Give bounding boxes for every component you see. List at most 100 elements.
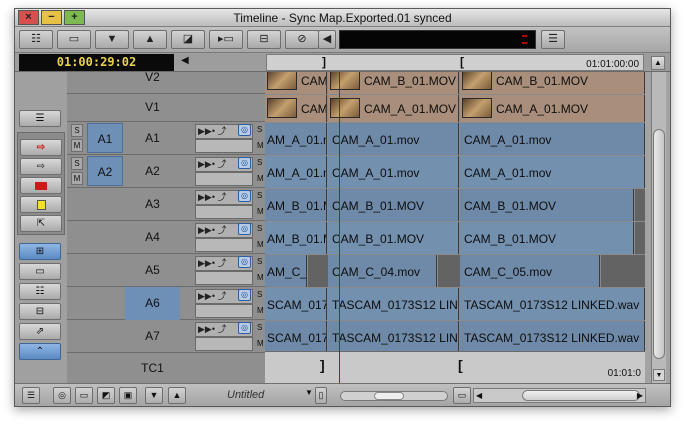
- menu-icon[interactable]: ☰: [541, 30, 565, 49]
- zoom-slider[interactable]: [340, 391, 448, 401]
- track-size-icon[interactable]: ☰: [22, 387, 40, 404]
- clip-v1-1[interactable]: CAM_A_01.MOV: [328, 95, 459, 122]
- scale-lock-icon[interactable]: ▯: [315, 387, 327, 404]
- clip-a3-1[interactable]: CAM_B_01.MOV: [328, 189, 459, 221]
- clip-a1-2[interactable]: CAM_A_01.mov: [460, 123, 645, 155]
- clip-a6-2[interactable]: TASCAM_0173S12 LINKED.wav: [460, 288, 645, 320]
- horizontal-scrollbar[interactable]: ◀ ▶: [473, 388, 646, 403]
- yellow-segment-icon[interactable]: [20, 196, 62, 213]
- clip-v1-2[interactable]: CAM_A_01.MOV: [460, 95, 645, 122]
- playhead-position-indicator[interactable]: [339, 72, 340, 383]
- volume-knob-icon[interactable]: ◎: [238, 289, 251, 301]
- clip-a7-0[interactable]: SCAM_017: [265, 321, 327, 353]
- focus-icon[interactable]: ◎: [53, 387, 71, 404]
- mute-button[interactable]: M: [71, 139, 83, 152]
- bin-name-label[interactable]: Untitled: [227, 389, 312, 401]
- audio-controls-a6[interactable]: ▶▶• ⤴ ◎: [195, 288, 253, 318]
- clip-a6-0[interactable]: SCAM_017: [265, 288, 327, 320]
- lift-button[interactable]: ▼: [95, 30, 129, 49]
- clip-a4-2[interactable]: CAM_B_01.MOV: [460, 222, 634, 254]
- layout-view-button[interactable]: ⊟: [19, 303, 61, 320]
- audio-controls-a1[interactable]: ▶▶• ⤴ ◎: [195, 123, 253, 153]
- zoom-slider-thumb[interactable]: [374, 392, 404, 400]
- record-track-v2[interactable]: V2: [125, 66, 180, 88]
- record-track-a7[interactable]: A7: [125, 320, 180, 353]
- mute-button[interactable]: M: [71, 172, 83, 185]
- volume-knob-icon[interactable]: ◎: [238, 223, 251, 235]
- audio-controls-a4[interactable]: ▶▶• ⤴ ◎: [195, 222, 253, 252]
- clip-v1-0[interactable]: CAM_A: [265, 95, 327, 122]
- scroll-right-icon[interactable]: ▶: [637, 389, 643, 402]
- vertical-scrollbar[interactable]: ▼: [651, 72, 666, 383]
- record-track-tc1[interactable]: TC1: [125, 353, 180, 383]
- collapse-view-button[interactable]: ⌃: [19, 343, 61, 360]
- clip-a2-0[interactable]: AM_A_01.mo: [265, 156, 327, 188]
- timecode-track[interactable]: ] [ 01:01:0: [265, 351, 645, 383]
- red-segment-icon[interactable]: [20, 177, 62, 194]
- clip-a1-1[interactable]: CAM_A_01.mov: [328, 123, 459, 155]
- monitor-view-button[interactable]: ▭: [19, 263, 61, 280]
- record-track-v1[interactable]: V1: [125, 91, 180, 124]
- clip-v2-0[interactable]: CAM_B: [265, 72, 327, 94]
- clip-a6-1[interactable]: TASCAM_0173S12 LINKED.wav: [328, 288, 459, 320]
- top-segment-button[interactable]: ⊟: [247, 30, 281, 49]
- audio-monitor-icon[interactable]: ◀: [318, 30, 336, 49]
- clip-a2-1[interactable]: CAM_A_01.mov: [328, 156, 459, 188]
- video-quality-icon[interactable]: ▭: [75, 387, 93, 404]
- timeline-view-button[interactable]: ⊞: [19, 243, 61, 260]
- clip-v2-2[interactable]: CAM_B_01.MOV: [460, 72, 645, 94]
- audio-controls-a7[interactable]: ▶▶• ⤴ ◎: [195, 321, 253, 351]
- link-view-button[interactable]: ⇗: [19, 323, 61, 340]
- clip-a3-0[interactable]: AM_B_01.MC: [265, 189, 327, 221]
- record-track-a4[interactable]: A4: [125, 221, 180, 254]
- audio-controls-a2[interactable]: ▶▶• ⤴ ◎: [195, 156, 253, 186]
- volume-knob-icon[interactable]: ◎: [238, 322, 251, 334]
- source-track-a2[interactable]: A2: [87, 156, 123, 186]
- volume-knob-icon[interactable]: ◎: [238, 190, 251, 202]
- clip-a7-1[interactable]: TASCAM_0173S12 LINKED.wav: [328, 321, 459, 353]
- fit-to-window-icon[interactable]: ▭: [453, 387, 471, 404]
- clip-a1-0[interactable]: AM_A_01.mo: [265, 123, 327, 155]
- clip-a4-0[interactable]: AM_B_01.MC: [265, 222, 327, 254]
- overwrite-arrow-icon[interactable]: ⇨: [20, 139, 62, 156]
- record-track-a3[interactable]: A3: [125, 188, 180, 221]
- record-track-a2[interactable]: A2: [125, 155, 180, 188]
- volume-knob-icon[interactable]: ◎: [238, 124, 251, 136]
- clip-v2-1[interactable]: CAM_B_01.MOV: [328, 72, 459, 94]
- audio-controls-a5[interactable]: ▶▶• ⤴ ◎: [195, 255, 253, 285]
- lasso-tool-icon[interactable]: ⇱: [20, 215, 62, 232]
- extract-button[interactable]: ▲: [133, 30, 167, 49]
- splice-arrow-icon[interactable]: ⇨: [20, 158, 62, 175]
- track-settings-icon[interactable]: ☷: [19, 30, 53, 49]
- zoom-in-icon[interactable]: ▲: [168, 387, 186, 404]
- solo-button[interactable]: S: [71, 157, 83, 170]
- clip-a5-1[interactable]: CAM_C_04.mov: [328, 255, 437, 287]
- audio-controls-a3[interactable]: ▶▶• ⤴ ◎: [195, 189, 253, 219]
- clip-a2-2[interactable]: CAM_A_01.mov: [460, 156, 645, 188]
- timeline-ruler[interactable]: ] [ 01:01:00:00: [266, 54, 644, 71]
- settings-view-button[interactable]: ☷: [19, 283, 61, 300]
- add-edit-button[interactable]: ▸▭: [209, 30, 243, 49]
- toggle-source-record-button[interactable]: ◪: [171, 30, 205, 49]
- clip-color-icon[interactable]: ◩: [97, 387, 115, 404]
- zoom-out-icon[interactable]: ▼: [145, 387, 163, 404]
- volume-knob-icon[interactable]: ◎: [238, 157, 251, 169]
- record-track-a1[interactable]: A1: [125, 122, 180, 155]
- solo-button[interactable]: S: [71, 124, 83, 137]
- source-track-a1[interactable]: A1: [87, 123, 123, 153]
- record-track-a5[interactable]: A5: [125, 254, 180, 287]
- bin-menu-icon[interactable]: ▼: [305, 388, 313, 397]
- scroll-down-icon[interactable]: ▼: [653, 369, 665, 381]
- clip-a3-2[interactable]: CAM_B_01.MOV: [460, 189, 634, 221]
- palette-menu-button[interactable]: ☰: [19, 110, 61, 127]
- clip-a4-1[interactable]: CAM_B_01.MOV: [328, 222, 459, 254]
- horizontal-scroll-thumb[interactable]: [522, 390, 640, 401]
- scroll-left-icon[interactable]: ◀: [181, 55, 189, 66]
- clip-a5-0[interactable]: AM_C_0: [265, 255, 307, 287]
- clip-frames-icon[interactable]: ▭: [57, 30, 91, 49]
- timeline-tracks[interactable]: CAM_B CAM_B_01.MOV CAM_B_01.MOV CAM_A CA…: [265, 72, 645, 383]
- vertical-scroll-thumb[interactable]: [653, 129, 665, 359]
- scroll-left-icon[interactable]: ◀: [476, 389, 482, 402]
- volume-knob-icon[interactable]: ◎: [238, 256, 251, 268]
- no-entry-button[interactable]: ⊘: [285, 30, 319, 49]
